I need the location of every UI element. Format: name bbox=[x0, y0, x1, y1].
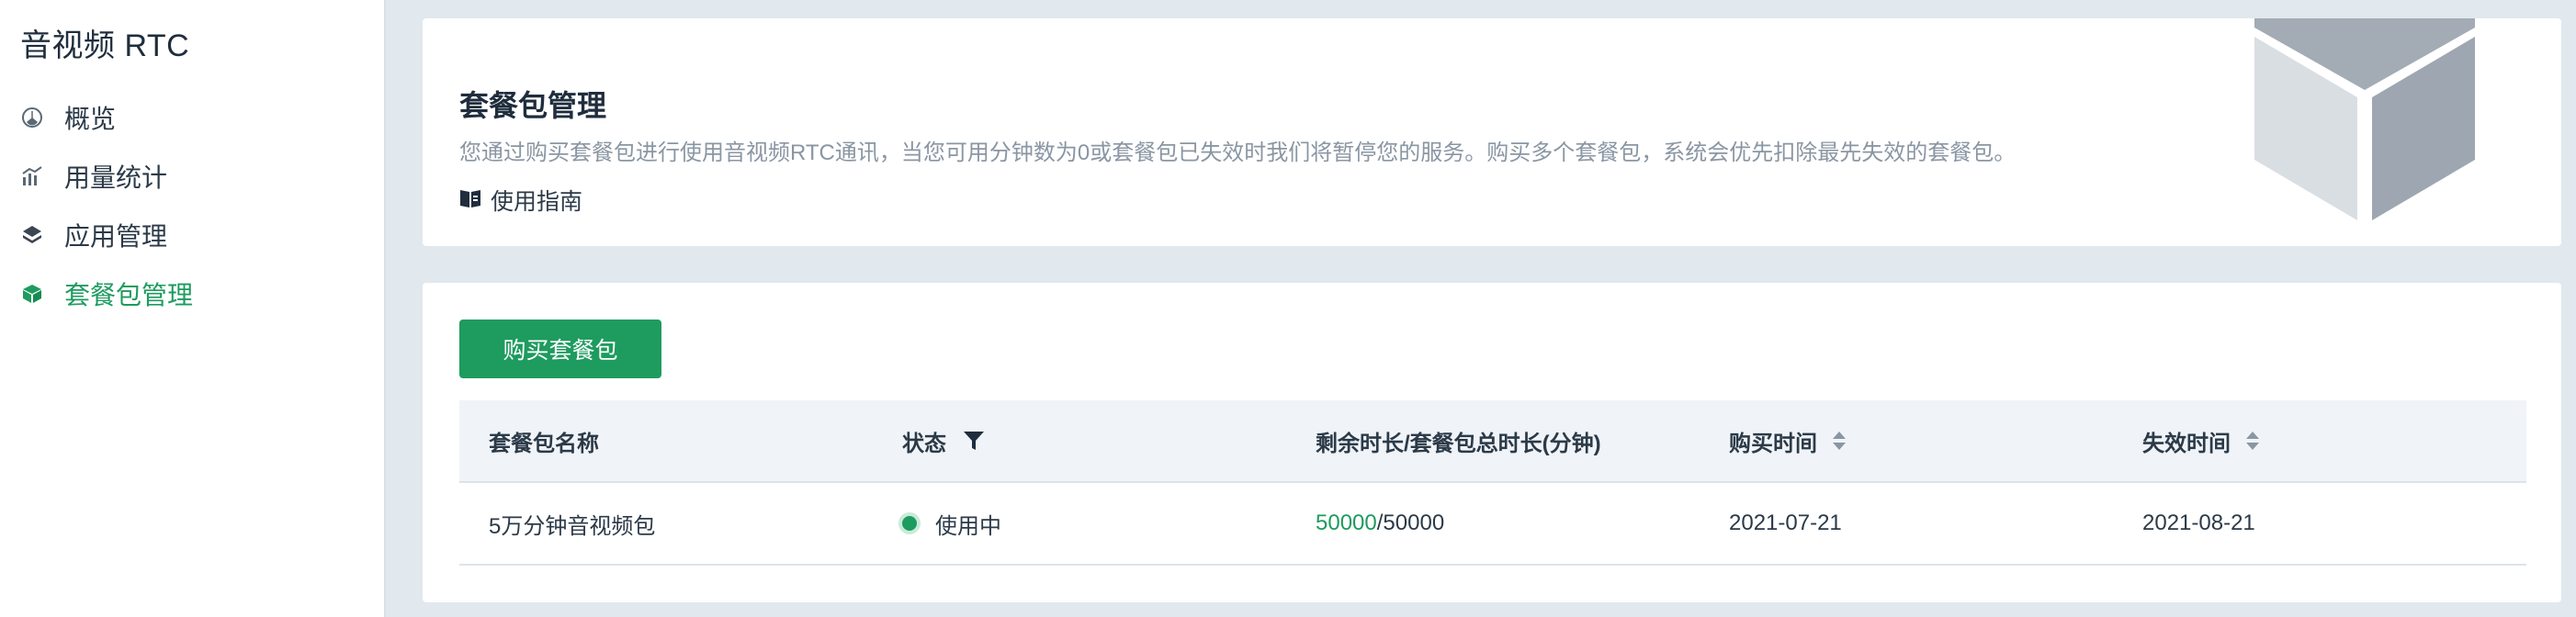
sidebar-item-usage[interactable]: 用量统计 bbox=[20, 153, 167, 199]
column-header-name: 套餐包名称 bbox=[489, 400, 599, 481]
layers-icon bbox=[20, 223, 44, 247]
sort-icon[interactable] bbox=[2245, 431, 2260, 451]
filter-icon[interactable] bbox=[963, 430, 985, 452]
sidebar-item-label: 用量统计 bbox=[64, 163, 168, 192]
app-title: 音视频 RTC bbox=[20, 28, 190, 63]
column-header-label: 套餐包名称 bbox=[489, 431, 599, 456]
buy-package-button[interactable]: 购买套餐包 bbox=[459, 320, 661, 378]
package-name-cell: 5万分钟音视频包 bbox=[489, 513, 656, 539]
package-table: 套餐包名称 状态 剩余时长/套餐包总时长(分钟) 购买时间 失效时间 5万分钟音… bbox=[459, 400, 2526, 566]
column-header-label: 状态 bbox=[902, 431, 946, 456]
book-icon bbox=[459, 188, 481, 213]
bar-chart-icon bbox=[20, 164, 44, 188]
expire-date-cell: 2021-08-21 bbox=[2142, 510, 2255, 535]
table-row: 5万分钟音视频包 使用中 50000/50000 2021-07-21 2021… bbox=[459, 483, 2526, 566]
cube-illustration bbox=[2254, 18, 2475, 230]
column-header-label: 剩余时长/套餐包总时长(分钟) bbox=[1316, 431, 1601, 456]
column-header-duration: 剩余时长/套餐包总时长(分钟) bbox=[1316, 400, 1601, 481]
sidebar-item-label: 应用管理 bbox=[64, 222, 168, 251]
sort-icon[interactable] bbox=[1832, 431, 1847, 451]
package-icon bbox=[20, 282, 44, 306]
status-badge: 使用中 bbox=[935, 513, 1001, 539]
table-header: 套餐包名称 状态 剩余时长/套餐包总时长(分钟) 购买时间 失效时间 bbox=[459, 400, 2526, 483]
sidebar-item-overview[interactable]: 概览 bbox=[20, 95, 116, 140]
sidebar-item-label: 概览 bbox=[64, 105, 117, 133]
dashboard-icon bbox=[20, 106, 44, 129]
duration-separator: / bbox=[1376, 510, 1384, 535]
sidebar-item-label: 套餐包管理 bbox=[64, 281, 194, 309]
purchase-date-cell: 2021-07-21 bbox=[1729, 510, 1842, 535]
column-header-purchase-time: 购买时间 bbox=[1729, 400, 1847, 481]
column-header-label: 购买时间 bbox=[1729, 431, 1817, 456]
duration-cell: 50000/50000 bbox=[1316, 483, 1444, 564]
guide-label: 使用指南 bbox=[491, 189, 583, 215]
total-minutes: 50000 bbox=[1383, 510, 1445, 535]
column-header-status: 状态 bbox=[902, 400, 985, 481]
package-list-card: 购买套餐包 套餐包名称 状态 剩余时长/套餐包总时长(分钟) 购买时间 失效时间… bbox=[423, 283, 2561, 602]
column-header-label: 失效时间 bbox=[2142, 431, 2231, 456]
page-title: 套餐包管理 bbox=[459, 89, 607, 122]
remaining-minutes: 50000 bbox=[1316, 510, 1377, 535]
intro-card: 套餐包管理 您通过购买套餐包进行使用音视频RTC通讯，当您可用分钟数为0或套餐包… bbox=[423, 18, 2561, 246]
sidebar: 音视频 RTC 概览 用量统计 应用管理 套餐包管理 bbox=[0, 0, 386, 617]
sidebar-item-apps[interactable]: 应用管理 bbox=[20, 212, 167, 258]
guide-link[interactable]: 使用指南 bbox=[459, 184, 582, 217]
status-dot-icon bbox=[902, 516, 917, 531]
status-cell: 使用中 bbox=[902, 483, 1001, 564]
sidebar-item-packages[interactable]: 套餐包管理 bbox=[20, 271, 193, 317]
column-header-expire-time: 失效时间 bbox=[2142, 400, 2260, 481]
page-description: 您通过购买套餐包进行使用音视频RTC通讯，当您可用分钟数为0或套餐包已失效时我们… bbox=[459, 140, 2017, 165]
